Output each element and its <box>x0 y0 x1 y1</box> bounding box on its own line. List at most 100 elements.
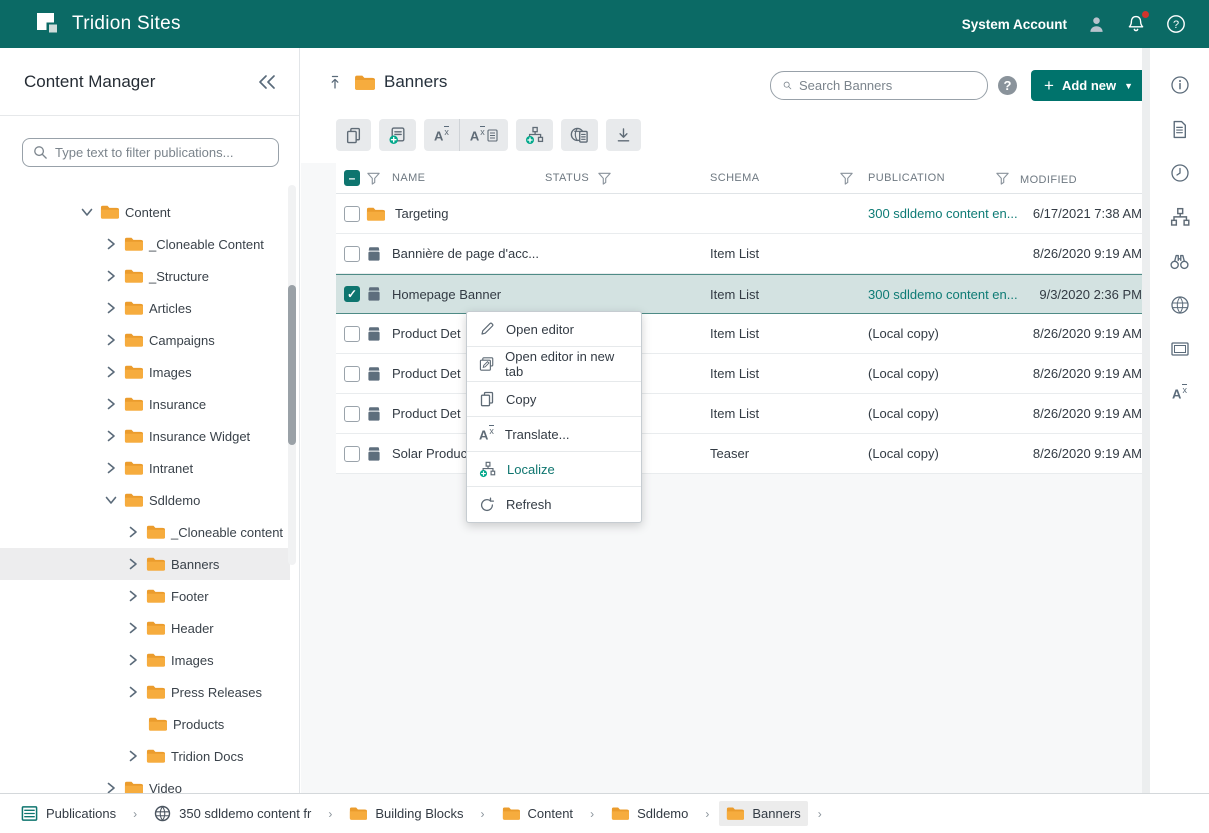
chevron-right-icon[interactable] <box>126 589 140 603</box>
info-icon[interactable] <box>1169 74 1191 96</box>
tree-scrollbar-thumb[interactable] <box>288 285 296 445</box>
tree-item-sdldemo[interactable]: Sdldemo <box>0 484 290 516</box>
tree-item-partial[interactable] <box>0 188 290 196</box>
tree-item-content[interactable]: Content <box>0 196 290 228</box>
row-checkbox[interactable] <box>344 246 360 262</box>
item-name[interactable]: Product Det <box>392 366 461 381</box>
status-filter-icon[interactable] <box>597 171 612 186</box>
chevron-down-icon[interactable] <box>80 205 94 219</box>
column-publication[interactable]: PUBLICATION <box>868 172 945 184</box>
breadcrumb-building-blocks[interactable]: Building Blocks <box>342 801 470 826</box>
tree-item-cloneable-content[interactable]: _Cloneable Content <box>0 228 290 260</box>
web-translation-button[interactable] <box>561 119 598 151</box>
select-all-checkbox[interactable]: – <box>344 170 360 186</box>
chevron-right-icon[interactable] <box>104 333 118 347</box>
preview-frame-icon[interactable] <box>1169 338 1191 360</box>
tree-item-tridion-docs[interactable]: Tridion Docs <box>0 740 290 772</box>
world-globe-icon[interactable] <box>1169 294 1191 316</box>
where-used-binoculars-icon[interactable] <box>1169 250 1191 272</box>
translate-icon[interactable]: Ax <box>1169 382 1191 404</box>
tree-item-structure[interactable]: _Structure <box>0 260 290 292</box>
breadcrumb-sdldemo[interactable]: Sdldemo <box>604 801 695 826</box>
chevron-right-icon[interactable] <box>104 365 118 379</box>
tree-item-footer[interactable]: Footer <box>0 580 290 612</box>
row-checkbox-checked[interactable]: ✓ <box>344 286 360 302</box>
menu-item-refresh[interactable]: Refresh <box>467 487 641 522</box>
chevron-right-icon[interactable] <box>126 525 140 539</box>
table-row-homepage-banner[interactable]: ✓ Homepage Banner Item List 300 sdldemo … <box>336 274 1142 314</box>
column-modified[interactable]: MODIFIED <box>1020 174 1077 186</box>
chevron-right-icon[interactable] <box>104 461 118 475</box>
chevron-right-icon[interactable] <box>104 429 118 443</box>
publication-filter[interactable] <box>22 138 279 167</box>
tree-item-banners[interactable]: Banners <box>0 548 290 580</box>
chevron-right-icon[interactable] <box>126 621 140 635</box>
row-checkbox[interactable] <box>344 366 360 382</box>
chevron-right-icon[interactable] <box>126 749 140 763</box>
tree-item-images-sdldemo[interactable]: Images <box>0 644 290 676</box>
search-help-icon[interactable]: ? <box>998 76 1017 95</box>
tree-item-insurance-widget[interactable]: Insurance Widget <box>0 420 290 452</box>
history-clock-icon[interactable] <box>1169 162 1191 184</box>
notifications-bell-icon[interactable] <box>1125 13 1147 35</box>
help-icon[interactable] <box>1165 13 1187 35</box>
name-filter-icon[interactable] <box>366 171 392 186</box>
column-schema[interactable]: SCHEMA <box>710 172 759 184</box>
item-name[interactable]: Targeting <box>395 206 448 221</box>
item-name[interactable]: Homepage Banner <box>392 287 501 302</box>
item-publication-link[interactable]: 300 sdldemo content en... <box>868 287 1020 302</box>
localize-button[interactable] <box>516 119 553 151</box>
tree-item-images[interactable]: Images <box>0 356 290 388</box>
breadcrumb-content[interactable]: Content <box>495 801 581 826</box>
row-checkbox[interactable] <box>344 326 360 342</box>
item-name[interactable]: Solar Produc <box>392 446 467 461</box>
table-row-banniere[interactable]: Bannière de page d'acc... Item List 8/26… <box>336 234 1142 274</box>
search-banners-input[interactable] <box>799 78 975 93</box>
tree-item-articles[interactable]: Articles <box>0 292 290 324</box>
breadcrumb-publications[interactable]: Publications <box>14 800 123 827</box>
translation-filter-button[interactable]: Ax <box>460 119 508 151</box>
table-row-product-detail-3[interactable]: Product Det Item List (Local copy) 8/26/… <box>336 394 1142 434</box>
column-name[interactable]: NAME <box>392 172 425 184</box>
publication-filter-input[interactable] <box>55 145 268 160</box>
chevron-right-icon[interactable] <box>104 269 118 283</box>
schema-filter-icon[interactable] <box>839 171 854 186</box>
item-name[interactable]: Product Det <box>392 326 461 341</box>
collapse-sidebar-icon[interactable] <box>257 74 277 90</box>
copy-button[interactable] <box>336 119 371 151</box>
create-translation-job-button[interactable] <box>379 119 416 151</box>
breadcrumb-publication[interactable]: 350 sdldemo content fr <box>147 800 318 827</box>
document-icon[interactable] <box>1169 118 1191 140</box>
menu-item-translate[interactable]: Ax Translate... <box>467 417 641 452</box>
breadcrumb-banners[interactable]: Banners <box>719 801 807 826</box>
go-up-icon[interactable] <box>329 74 345 90</box>
item-name[interactable]: Bannière de page d'acc... <box>392 246 539 261</box>
download-button[interactable] <box>606 119 641 151</box>
chevron-down-icon[interactable] <box>104 493 118 507</box>
tree-item-campaigns[interactable]: Campaigns <box>0 324 290 356</box>
chevron-right-icon[interactable] <box>104 301 118 315</box>
translate-button[interactable]: Ax <box>424 119 459 151</box>
item-publication-link[interactable]: 300 sdldemo content en... <box>868 206 1020 221</box>
chevron-right-icon[interactable] <box>104 781 118 793</box>
tree-item-header[interactable]: Header <box>0 612 290 644</box>
structure-sitemap-icon[interactable] <box>1169 206 1191 228</box>
tree-item-cloneable-content-sdldemo[interactable]: _Cloneable content <box>0 516 290 548</box>
tree-item-intranet[interactable]: Intranet <box>0 452 290 484</box>
column-status[interactable]: STATUS <box>545 172 589 184</box>
row-checkbox[interactable] <box>344 446 360 462</box>
tree-item-products[interactable]: Products <box>0 708 290 740</box>
add-new-button[interactable]: + Add new ▼ <box>1031 70 1146 101</box>
item-name[interactable]: Product Det <box>392 406 461 421</box>
chevron-right-icon[interactable] <box>104 397 118 411</box>
table-row-targeting[interactable]: Targeting 300 sdldemo content en... 6/17… <box>336 194 1142 234</box>
chevron-right-icon[interactable] <box>126 653 140 667</box>
menu-item-localize[interactable]: Localize <box>467 452 641 487</box>
search-banners-box[interactable] <box>770 71 988 100</box>
table-row-solar-product[interactable]: Solar Produc Teaser (Local copy) 8/26/20… <box>336 434 1142 474</box>
tree-item-insurance[interactable]: Insurance <box>0 388 290 420</box>
row-checkbox[interactable] <box>344 406 360 422</box>
user-name[interactable]: System Account <box>962 17 1067 32</box>
table-row-product-detail-2[interactable]: Product Det Item List (Local copy) 8/26/… <box>336 354 1142 394</box>
chevron-right-icon[interactable] <box>126 557 140 571</box>
